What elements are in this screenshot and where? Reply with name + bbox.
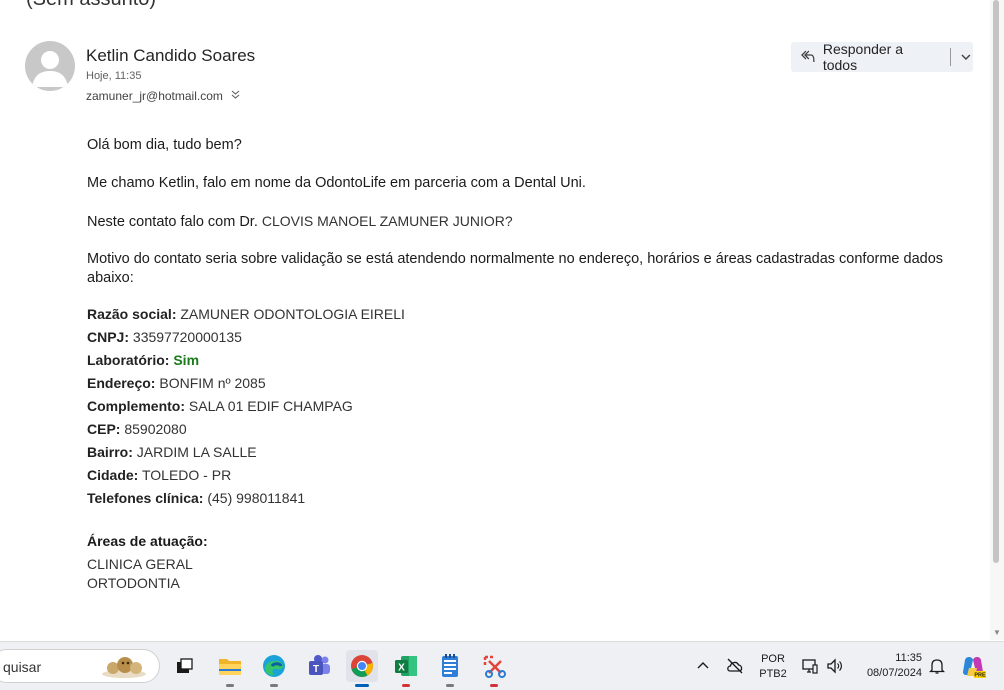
vertical-scrollbar[interactable]: ▼	[990, 0, 1004, 640]
field-value: JARDIM LA SALLE	[136, 444, 257, 460]
scroll-down-icon[interactable]: ▼	[993, 628, 1001, 637]
field-value: TOLEDO - PR	[141, 467, 232, 483]
sender-avatar[interactable]	[25, 41, 75, 91]
search-placeholder: quisar	[3, 659, 42, 675]
task-view-icon	[177, 658, 193, 673]
areas-title: Áreas de atuação:	[87, 533, 208, 549]
running-indicator	[270, 684, 278, 687]
field-complemento: Complemento: SALA 01 EDIF CHAMPAG	[87, 397, 353, 416]
running-indicator	[226, 684, 234, 687]
field-label: Endereço:	[87, 375, 156, 391]
folder-icon	[219, 659, 241, 675]
expand-recipients-icon[interactable]	[231, 90, 240, 102]
field-label: Cidade:	[87, 467, 139, 483]
network-icon[interactable]	[801, 657, 819, 675]
field-razao-social: Razão social: ZAMUNER ODONTOLOGIA EIRELI	[87, 305, 405, 324]
excel-button[interactable]: X	[390, 650, 422, 687]
email-subject: (Sem assunto)	[26, 0, 156, 11]
edge-icon	[263, 655, 285, 677]
reason-text: Motivo do contato seria sobre validação …	[87, 251, 944, 286]
taskbar: quisar T X POR PTB2 11:35 08/07/2024 PRE	[0, 641, 1004, 690]
field-cep: CEP: 85902080	[87, 420, 187, 439]
field-label: Razão social:	[87, 306, 177, 322]
notepad-button[interactable]	[434, 650, 466, 687]
field-label: CEP:	[87, 421, 121, 437]
field-bairro: Bairro: JARDIM LA SALLE	[87, 443, 257, 462]
field-value: 33597720000135	[132, 329, 242, 345]
sender-email-row[interactable]: zamuner_jr@hotmail.com	[86, 89, 240, 103]
divider	[950, 48, 952, 66]
clock-time: 11:35	[895, 652, 922, 664]
show-hidden-icons-icon[interactable]	[695, 658, 711, 674]
contact-name: CLOVIS MANOEL ZAMUNER JUNIOR?	[261, 213, 513, 229]
field-value: (45) 998011841	[207, 490, 306, 506]
scrollbar-thumb[interactable]	[993, 0, 999, 563]
person-icon	[32, 51, 68, 87]
svg-text:PRE: PRE	[974, 673, 986, 679]
field-label: Bairro:	[87, 444, 133, 460]
chrome-button[interactable]	[346, 650, 378, 687]
field-laboratorio: Laboratório: Sim	[87, 351, 199, 370]
search-highlight-icon	[102, 657, 146, 678]
task-view-button[interactable]	[168, 650, 200, 682]
input-language-indicator[interactable]: POR PTB2	[758, 652, 788, 682]
svg-text:X: X	[398, 663, 405, 674]
field-value: ZAMUNER ODONTOLOGIA EIRELI	[180, 306, 405, 322]
onedrive-offline-icon[interactable]	[726, 657, 744, 675]
file-explorer-button[interactable]	[214, 650, 246, 687]
contact-prefix: Neste contato falo com Dr.	[87, 214, 262, 230]
intro-text: Me chamo Ketlin, falo em nome da OdontoL…	[87, 175, 586, 191]
contact-text: Neste contato falo com Dr. CLOVIS MANOEL…	[87, 212, 513, 232]
active-indicator	[355, 684, 369, 687]
field-label: CNPJ:	[87, 329, 130, 345]
volume-icon[interactable]	[826, 657, 844, 675]
taskbar-search[interactable]: quisar	[0, 649, 160, 683]
field-label: Laboratório:	[87, 352, 170, 368]
area-item: ORTODONTIA	[87, 575, 180, 591]
reply-all-button[interactable]: Responder a todos	[791, 41, 973, 73]
greeting-text: Olá bom dia, tudo bem?	[87, 137, 242, 153]
sent-time: Hoje, 11:35	[86, 70, 142, 82]
chrome-icon	[351, 655, 373, 677]
snipping-tool-icon	[483, 655, 506, 678]
reply-all-icon	[801, 50, 815, 62]
field-cidade: Cidade: TOLEDO - PR	[87, 466, 231, 485]
field-value: BONFIM nº 2085	[159, 375, 266, 391]
reply-all-label: Responder a todos	[822, 41, 904, 73]
snipping-tool-button[interactable]	[478, 650, 510, 687]
chevron-down-icon[interactable]	[959, 50, 973, 64]
svg-text:T: T	[313, 664, 319, 675]
edge-button[interactable]	[258, 650, 290, 687]
taskbar-clock[interactable]: 11:35 08/07/2024	[855, 651, 922, 681]
running-indicator	[446, 684, 454, 687]
field-telefones: Telefones clínica: (45) 998011841	[87, 489, 305, 508]
attention-indicator	[402, 684, 410, 687]
field-label: Complemento:	[87, 398, 185, 414]
field-cnpj: CNPJ: 33597720000135	[87, 328, 242, 347]
field-value: 85902080	[124, 421, 187, 437]
notification-bell-icon[interactable]	[929, 657, 945, 675]
field-label: Telefones clínica:	[87, 490, 204, 506]
teams-button[interactable]: T	[303, 650, 335, 682]
area-item: CLINICA GERAL	[87, 556, 193, 572]
copilot-icon[interactable]: PRE	[960, 654, 986, 680]
field-value: Sim	[173, 352, 200, 368]
attention-indicator	[490, 684, 498, 687]
notepad-icon	[442, 654, 458, 677]
language-code: POR	[761, 653, 785, 665]
sender-email: zamuner_jr@hotmail.com	[86, 89, 223, 103]
excel-icon: X	[395, 656, 417, 676]
field-endereco: Endereço: BONFIM nº 2085	[87, 374, 266, 393]
email-reading-pane: (Sem assunto) Ketlin Candido Soares Hoje…	[0, 0, 990, 640]
field-value: SALA 01 EDIF CHAMPAG	[188, 398, 353, 414]
sender-name[interactable]: Ketlin Candido Soares	[86, 46, 255, 66]
teams-icon: T	[309, 655, 330, 675]
clock-date: 08/07/2024	[866, 667, 922, 679]
keyboard-layout: PTB2	[759, 668, 787, 680]
